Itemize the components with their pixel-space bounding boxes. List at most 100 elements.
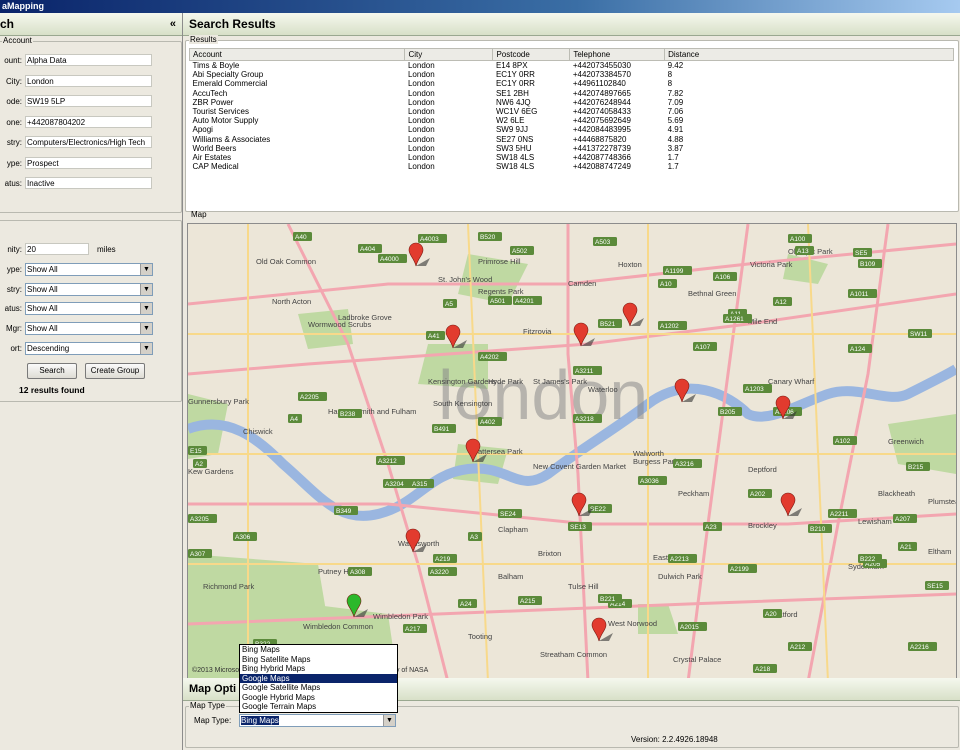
account-field-row: atus: Inactive: [0, 177, 179, 191]
table-cell: London: [407, 125, 435, 135]
chevron-down-icon[interactable]: ▼: [140, 323, 152, 335]
svg-text:A3: A3: [470, 534, 478, 541]
road-badge: A2213: [668, 554, 697, 563]
create-group-button[interactable]: Create Group: [85, 363, 145, 379]
place-label: Kensington Gardens: [428, 377, 497, 386]
proximity-input[interactable]: 20: [25, 243, 89, 255]
table-cell: +442084483995: [572, 125, 631, 135]
map-type-option[interactable]: Google Hybrid Maps: [240, 693, 397, 703]
filter-select[interactable]: Show All ▼: [25, 302, 153, 316]
account-field-value[interactable]: Inactive: [25, 177, 152, 189]
road-badge: A1202: [658, 321, 687, 330]
account-field-value[interactable]: SW19 5LP: [25, 95, 152, 107]
account-field-value[interactable]: Computers/Electronics/High Tech: [25, 136, 152, 148]
results-group-label: Results: [189, 35, 218, 44]
place-label: Brockley: [748, 521, 777, 530]
table-row[interactable]: Air Estates London SW18 4LS +442087748366 1.…: [190, 153, 954, 162]
map-type-select[interactable]: Bing Maps ▼: [239, 714, 396, 727]
filter-select-value: Descending: [27, 343, 70, 353]
account-field-value[interactable]: London: [25, 74, 152, 87]
table-row[interactable]: Emerald Commercial London EC1Y 0RR +4496110…: [190, 79, 954, 88]
place-label: Wimbledon Park: [373, 612, 428, 621]
map-type-option[interactable]: Google Maps: [240, 673, 397, 683]
column-header[interactable]: Telephone: [569, 48, 666, 61]
filter-select[interactable]: Show All ▼: [25, 263, 153, 276]
filter-select[interactable]: Descending ▼: [25, 341, 153, 355]
table-row[interactable]: World Beers London SW3 5HU +441372278739 3.8…: [190, 144, 954, 153]
svg-text:A124: A124: [850, 346, 866, 353]
search-results-title: Search Results: [189, 17, 276, 31]
table-row[interactable]: Williams & Associates London SE27 0NS +4446…: [190, 135, 954, 144]
map-type-option[interactable]: Google Terrain Maps: [240, 702, 397, 712]
column-header[interactable]: City: [404, 48, 494, 61]
proximity-label: nity:: [7, 245, 22, 254]
road-badge: B349: [334, 506, 358, 515]
filter-select[interactable]: Show All ▼: [25, 282, 153, 296]
chevron-down-icon[interactable]: ▼: [383, 715, 395, 726]
road-badge: A13: [795, 246, 814, 255]
road-badge: A1203: [743, 384, 772, 393]
filter-row: ort: Descending ▼: [0, 341, 179, 356]
column-header[interactable]: Distance: [664, 48, 954, 61]
left-panel-header: ch «: [0, 13, 182, 36]
map-group-label: Map: [191, 210, 207, 219]
svg-text:SE13: SE13: [570, 524, 586, 531]
chevron-down-icon[interactable]: ▼: [140, 283, 152, 295]
column-header[interactable]: Postcode: [492, 48, 571, 61]
table-cell: WC1V 6EG: [495, 107, 538, 117]
svg-text:A3220: A3220: [430, 569, 449, 576]
version-label: Version: 2.2.4926.18948: [631, 735, 718, 744]
table-row[interactable]: Tourist Services London WC1V 6EG +442074058…: [190, 107, 954, 116]
svg-text:B221: B221: [600, 596, 616, 603]
place-label: Dulwich Park: [658, 572, 702, 581]
road-badge: A402: [478, 417, 502, 426]
chevron-down-icon[interactable]: ▼: [140, 342, 152, 354]
table-cell: 7.09: [667, 97, 684, 107]
chevron-down-icon[interactable]: ▼: [140, 264, 152, 275]
table-cell: 7.06: [667, 107, 684, 117]
filter-select[interactable]: Show All ▼: [25, 322, 153, 336]
table-row[interactable]: Tims & Boyle London E14 8PX +442073455030 9.…: [190, 61, 954, 71]
place-label: Burgess Park: [633, 457, 678, 466]
table-row[interactable]: CAP Medical London SW18 4LS +442088747249 1.…: [190, 162, 954, 171]
column-header[interactable]: Account: [188, 48, 406, 61]
account-field-value[interactable]: +442087804202: [25, 115, 152, 128]
road-badge: A502: [510, 246, 534, 255]
table-cell: CAP Medical: [192, 162, 239, 172]
svg-text:A10: A10: [660, 281, 672, 288]
table-row[interactable]: AccuTech London SE1 2BH +442074897665 7.82: [190, 89, 954, 98]
chevron-down-icon[interactable]: ▼: [140, 303, 152, 315]
road-badge: A5: [443, 299, 457, 308]
map-type-option[interactable]: Bing Satellite Maps: [240, 655, 397, 665]
search-button[interactable]: Search: [27, 363, 77, 379]
place-label: Peckham: [678, 489, 709, 498]
table-cell: SW18 4LS: [495, 153, 535, 163]
account-field-label: ype:: [6, 158, 22, 168]
account-field-label: ode:: [6, 97, 22, 106]
account-field-value[interactable]: Prospect: [25, 156, 152, 169]
map-type-option[interactable]: Bing Maps: [240, 645, 397, 655]
map-type-option[interactable]: Bing Hybrid Maps: [240, 664, 397, 674]
map-type-dropdown-list[interactable]: Bing Maps Bing Satellite Maps Bing Hybrid …: [239, 644, 398, 713]
road-badge: A503: [593, 237, 617, 246]
svg-text:A218: A218: [755, 666, 771, 673]
svg-text:A4: A4: [290, 416, 298, 423]
road-badge: A306: [233, 532, 257, 541]
table-row[interactable]: ZBR Power London NW6 4JQ +442076248944 7.09: [190, 98, 954, 107]
map-canvas[interactable]: london Old Oak CommonNorth ActonLadbroke…: [188, 224, 956, 682]
account-field-value[interactable]: Alpha Data: [25, 54, 152, 66]
place-label: South Kensington: [433, 399, 492, 408]
place-label: Camden: [568, 279, 596, 288]
svg-text:A4201: A4201: [515, 298, 534, 305]
svg-text:A3036: A3036: [640, 478, 659, 485]
table-row[interactable]: Auto Motor Supply London W2 6LE +4420756926…: [190, 116, 954, 125]
table-row[interactable]: Abi Specialty Group London EC1Y 0RR +442073…: [190, 70, 954, 79]
table-cell: +441372278739: [572, 143, 631, 153]
collapse-panel-button[interactable]: «: [170, 13, 176, 35]
place-label: Canary Wharf: [768, 377, 815, 386]
road-badge: A4202: [478, 352, 507, 361]
table-row[interactable]: Apogi London SW9 9JJ +442084483995 4.91: [190, 125, 954, 134]
map-view[interactable]: london Old Oak Common North Acton Ladbroke…: [187, 223, 957, 683]
map-type-option[interactable]: Google Satellite Maps: [240, 683, 397, 693]
road-badge: B215: [906, 462, 930, 471]
